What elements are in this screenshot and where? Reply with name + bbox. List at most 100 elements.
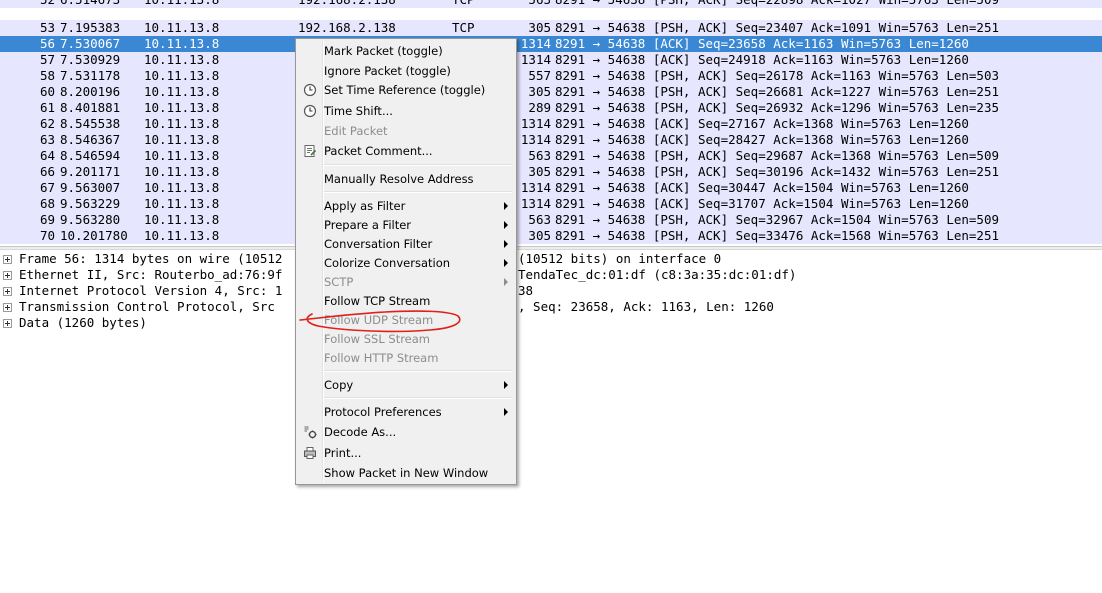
menu-item-ignore-packet[interactable]: Ignore Packet (toggle) [298,61,514,81]
packet-list[interactable]: 52 6.514673 10.11.13.8 192.168.2.138 TCP… [0,0,1102,246]
menu-item-print[interactable]: Print... [298,443,514,463]
packet-source: 10.11.13.8 [144,164,220,179]
packet-row[interactable]: 53 7.195383 10.11.13.8 192.168.2.138 TCP… [0,20,1102,36]
tree-item-label: Ethernet II, Src: Routerbo_ad:76:9f [19,267,283,282]
menu-item-label: Apply as Filter [324,199,406,213]
tree-item-label: Frame 56: 1314 bytes on wire (10512 [19,251,283,266]
submenu-arrow-icon [504,259,508,267]
packet-info: 8291 → 54638 [ACK] Seq=31707 Ack=1504 Wi… [555,196,969,211]
menu-item-show-packet-in-new-window[interactable]: Show Packet in New Window [298,463,514,483]
packet-no: 57 [39,52,55,67]
packet-row[interactable]: 57 7.530929 10.11.13.8 1314 8291 → 54638… [0,52,1102,68]
expand-icon[interactable] [3,287,12,296]
packet-no: 53 [39,20,55,35]
packet-no: 63 [39,132,55,147]
menu-separator [324,191,512,193]
packet-row[interactable]: 61 8.401881 10.11.13.8 289 8291 → 54638 … [0,100,1102,116]
menu-item-apply-as-filter[interactable]: Apply as Filter [298,196,514,216]
menu-item-label: Decode As... [324,425,397,439]
menu-item-label: Follow SSL Stream [324,332,430,346]
packet-info: 8291 → 54638 [ACK] Seq=28427 Ack=1368 Wi… [555,132,969,147]
expand-icon[interactable] [3,255,12,264]
tree-item-label-continued: , Seq: 23658, Ack: 1163, Len: 1260 [518,299,774,314]
menu-item-protocol-preferences[interactable]: Protocol Preferences [298,402,514,422]
packet-row[interactable]: 69 9.563280 10.11.13.8 563 8291 → 54638 … [0,212,1102,228]
packet-row[interactable]: 60 8.200196 10.11.13.8 305 8291 → 54638 … [0,84,1102,100]
tree-item-ethernet[interactable]: Ethernet II, Src: Routerbo_ad:76:9f Tend… [0,267,1102,283]
menu-item-prepare-a-filter[interactable]: Prepare a Filter [298,215,514,235]
packet-info: 8291 → 54638 [ACK] Seq=27167 Ack=1368 Wi… [555,116,969,131]
packet-row-selected[interactable]: 56 7.530067 10.11.13.8 1314 8291 → 54638… [0,36,1102,52]
packet-details-tree[interactable]: Frame 56: 1314 bytes on wire (10512 (105… [0,251,1102,335]
menu-separator [324,397,512,399]
pane-splitter[interactable] [0,246,1102,250]
packet-info: 8291 → 54638 [PSH, ACK] Seq=26178 Ack=11… [555,68,1000,83]
expand-icon[interactable] [3,303,12,312]
packet-source: 10.11.13.8 [144,132,220,147]
submenu-arrow-icon [504,381,508,389]
packet-row[interactable]: 52 6.514673 10.11.13.8 192.168.2.138 TCP… [0,0,1102,8]
menu-item-packet-comment[interactable]: Packet Comment... [298,141,514,161]
menu-item-label: Prepare a Filter [324,218,412,232]
packet-destination: 192.168.2.138 [298,0,448,8]
packet-info: 8291 → 54638 [ACK] Seq=23658 Ack=1163 Wi… [555,36,969,51]
expand-icon[interactable] [3,319,12,328]
packet-no: 68 [39,196,55,211]
submenu-arrow-icon [504,221,508,229]
menu-item-colorize-conversation[interactable]: Colorize Conversation [298,253,514,273]
packet-info: 8291 → 54638 [ACK] Seq=24918 Ack=1163 Wi… [555,52,969,67]
packet-time: 9.563280 [60,212,121,227]
expand-icon[interactable] [3,271,12,280]
menu-item-set-time-reference[interactable]: Set Time Reference (toggle) [298,80,514,100]
submenu-arrow-icon [504,278,508,286]
packet-row[interactable]: 64 8.546594 10.11.13.8 563 8291 → 54638 … [0,148,1102,164]
menu-item-label: Print... [324,446,362,460]
packet-row[interactable]: 70 10.201780 10.11.13.8 305 8291 → 54638… [0,228,1102,244]
menu-item-label: Follow UDP Stream [324,313,434,327]
tree-item-tcp[interactable]: Transmission Control Protocol, Src , Seq… [0,299,1102,315]
tree-item-label-continued: TendaTec_dc:01:df (c8:3a:35:dc:01:df) [518,267,797,282]
packet-row[interactable]: 62 8.545538 10.11.13.8 1314 8291 → 54638… [0,116,1102,132]
packet-row[interactable]: 63 8.546367 10.11.13.8 1314 8291 → 54638… [0,132,1102,148]
menu-item-label: Conversation Filter [324,237,433,251]
packet-info: 8291 → 54638 [PSH, ACK] Seq=26681 Ack=12… [555,84,1000,99]
menu-item-manually-resolve-address[interactable]: Manually Resolve Address [298,169,514,189]
packet-info: 8291 → 54638 [ACK] Seq=30447 Ack=1504 Wi… [555,180,969,195]
menu-item-conversation-filter[interactable]: Conversation Filter [298,234,514,254]
menu-item-label: Edit Packet [324,124,388,138]
menu-item-follow-ssl-stream: Follow SSL Stream [298,329,514,349]
menu-item-follow-tcp-stream[interactable]: Follow TCP Stream [298,291,514,311]
packet-row[interactable]: 66 9.201171 10.11.13.8 305 8291 → 54638 … [0,164,1102,180]
packet-no: 69 [39,212,55,227]
tree-item-data[interactable]: Data (1260 bytes) [0,315,1102,331]
decode-icon [304,426,317,439]
menu-item-follow-udp-stream: Follow UDP Stream [298,310,514,330]
menu-item-label: Follow HTTP Stream [324,351,439,365]
packet-time: 8.546367 [60,132,121,147]
packet-no: 64 [39,148,55,163]
packet-no: 52 [25,0,55,8]
packet-row[interactable]: 68 9.563229 10.11.13.8 1314 8291 → 54638… [0,196,1102,212]
packet-time: 7.530067 [60,36,121,51]
packet-source: 10.11.13.8 [144,196,220,211]
context-menu[interactable]: Mark Packet (toggle) Ignore Packet (togg… [295,38,517,485]
tree-item-ipv4[interactable]: Internet Protocol Version 4, Src: 1 38 [0,283,1102,299]
menu-separator [324,164,512,166]
packet-row[interactable]: 58 7.531178 10.11.13.8 557 8291 → 54638 … [0,68,1102,84]
packet-protocol: TCP [452,20,475,35]
menu-item-time-shift[interactable]: Time Shift... [298,101,514,121]
tree-item-frame[interactable]: Frame 56: 1314 bytes on wire (10512 (105… [0,251,1102,267]
tree-item-label: Internet Protocol Version 4, Src: 1 [19,283,283,298]
packet-info: 8291 → 54638 [PSH, ACK] Seq=29687 Ack=13… [555,148,1000,163]
menu-item-decode-as[interactable]: Decode As... [298,422,514,442]
packet-source: 10.11.13.8 [144,116,220,131]
menu-item-copy[interactable]: Copy [298,375,514,395]
packet-time: 7.195383 [60,20,121,35]
packet-info: 8291 → 54638 [PSH, ACK] Seq=23407 Ack=10… [555,20,1000,35]
packet-destination: 192.168.2.138 [298,20,396,35]
menu-item-mark-packet[interactable]: Mark Packet (toggle) [298,41,514,61]
submenu-arrow-icon [504,202,508,210]
packet-row[interactable]: 67 9.563007 10.11.13.8 1314 8291 → 54638… [0,180,1102,196]
tree-item-label: Data (1260 bytes) [19,315,147,330]
packet-time: 8.200196 [60,84,121,99]
